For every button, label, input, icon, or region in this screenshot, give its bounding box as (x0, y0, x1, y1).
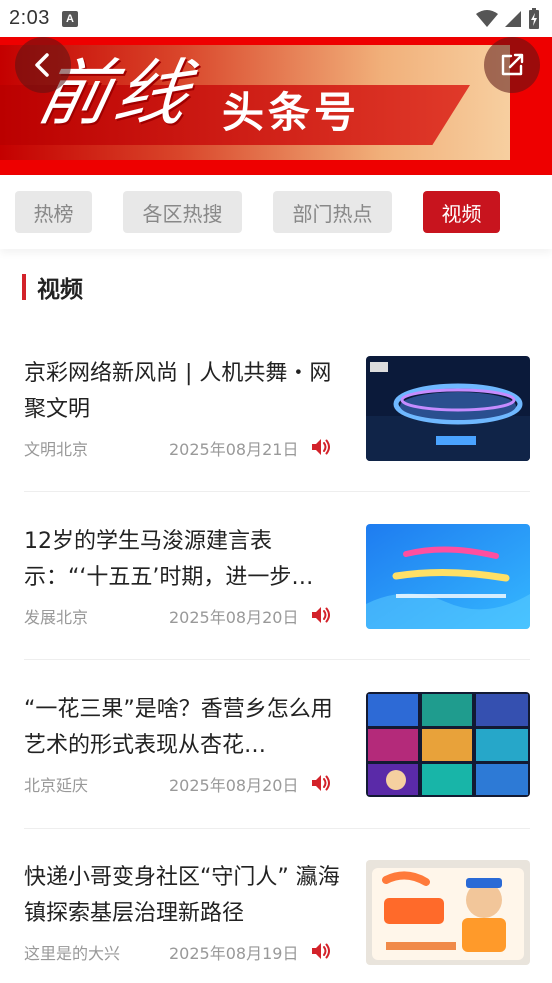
back-button[interactable] (15, 37, 71, 93)
news-item[interactable]: “一花三果”是啥？香营乡怎么用艺术的形式表现从杏花… 北京延庆 2025年08月… (24, 692, 530, 800)
news-thumbnail[interactable] (366, 356, 530, 461)
section-title: 视频 (37, 277, 83, 303)
news-item[interactable]: 快递小哥变身社区“守门人” 瀛海镇探索基层治理新路径 这里是的大兴 2025年0… (24, 860, 530, 968)
news-source: 北京延庆 (24, 776, 89, 795)
banner-title: 头条号 (222, 88, 361, 137)
news-source: 文明北京 (24, 440, 89, 459)
news-source: 发展北京 (24, 608, 89, 627)
news-item[interactable]: 京彩网络新风尚 | 人机共舞・网聚文明 文明北京 2025年08月21日 (24, 356, 530, 464)
speaker-icon[interactable] (310, 605, 332, 625)
speaker-icon[interactable] (310, 773, 332, 793)
news-title[interactable]: 12岁的学生马浚源建言表示：“‘十五五’时期，进一步… (24, 524, 342, 596)
news-date: 2025年08月21日 (169, 440, 299, 459)
divider (24, 659, 530, 660)
header-banner: 前线 头条号 (0, 37, 552, 175)
tab-district-hot-search[interactable]: 各区热搜 (123, 191, 242, 233)
tab-hot-list[interactable]: 热榜 (15, 191, 92, 233)
category-tabs: 热榜 各区热搜 部门热点 视频 (0, 175, 552, 249)
news-thumbnail[interactable] (366, 524, 530, 629)
signal-icon (505, 10, 521, 27)
news-date: 2025年08月20日 (169, 608, 299, 627)
notification-a-icon: A (61, 10, 78, 27)
speaker-icon[interactable] (310, 437, 332, 457)
news-title[interactable]: 快递小哥变身社区“守门人” 瀛海镇探索基层治理新路径 (24, 860, 342, 932)
status-icons (476, 7, 540, 30)
news-date: 2025年08月20日 (169, 776, 299, 795)
section-header: 视频 (22, 272, 83, 303)
chevron-left-icon (35, 53, 49, 77)
status-bar: 2:03 A (0, 0, 552, 37)
news-thumbnail[interactable] (366, 860, 530, 965)
section-accent-bar (22, 274, 26, 300)
share-button[interactable] (484, 37, 540, 93)
news-source: 这里是的大兴 (24, 944, 121, 963)
divider (24, 828, 530, 829)
news-date: 2025年08月19日 (169, 944, 299, 963)
news-item[interactable]: 12岁的学生马浚源建言表示：“‘十五五’时期，进一步… 发展北京 2025年08… (24, 524, 530, 632)
tab-video[interactable]: 视频 (423, 191, 500, 233)
status-time: 2:03 (9, 7, 50, 29)
wifi-icon (476, 9, 498, 27)
share-icon (501, 53, 524, 76)
tab-department-hotspot[interactable]: 部门热点 (273, 191, 392, 233)
divider (24, 491, 530, 492)
news-title[interactable]: 京彩网络新风尚 | 人机共舞・网聚文明 (24, 356, 342, 428)
news-thumbnail[interactable] (366, 692, 530, 797)
news-title[interactable]: “一花三果”是啥？香营乡怎么用艺术的形式表现从杏花… (24, 692, 342, 764)
battery-icon (529, 7, 539, 29)
speaker-icon[interactable] (310, 941, 332, 961)
